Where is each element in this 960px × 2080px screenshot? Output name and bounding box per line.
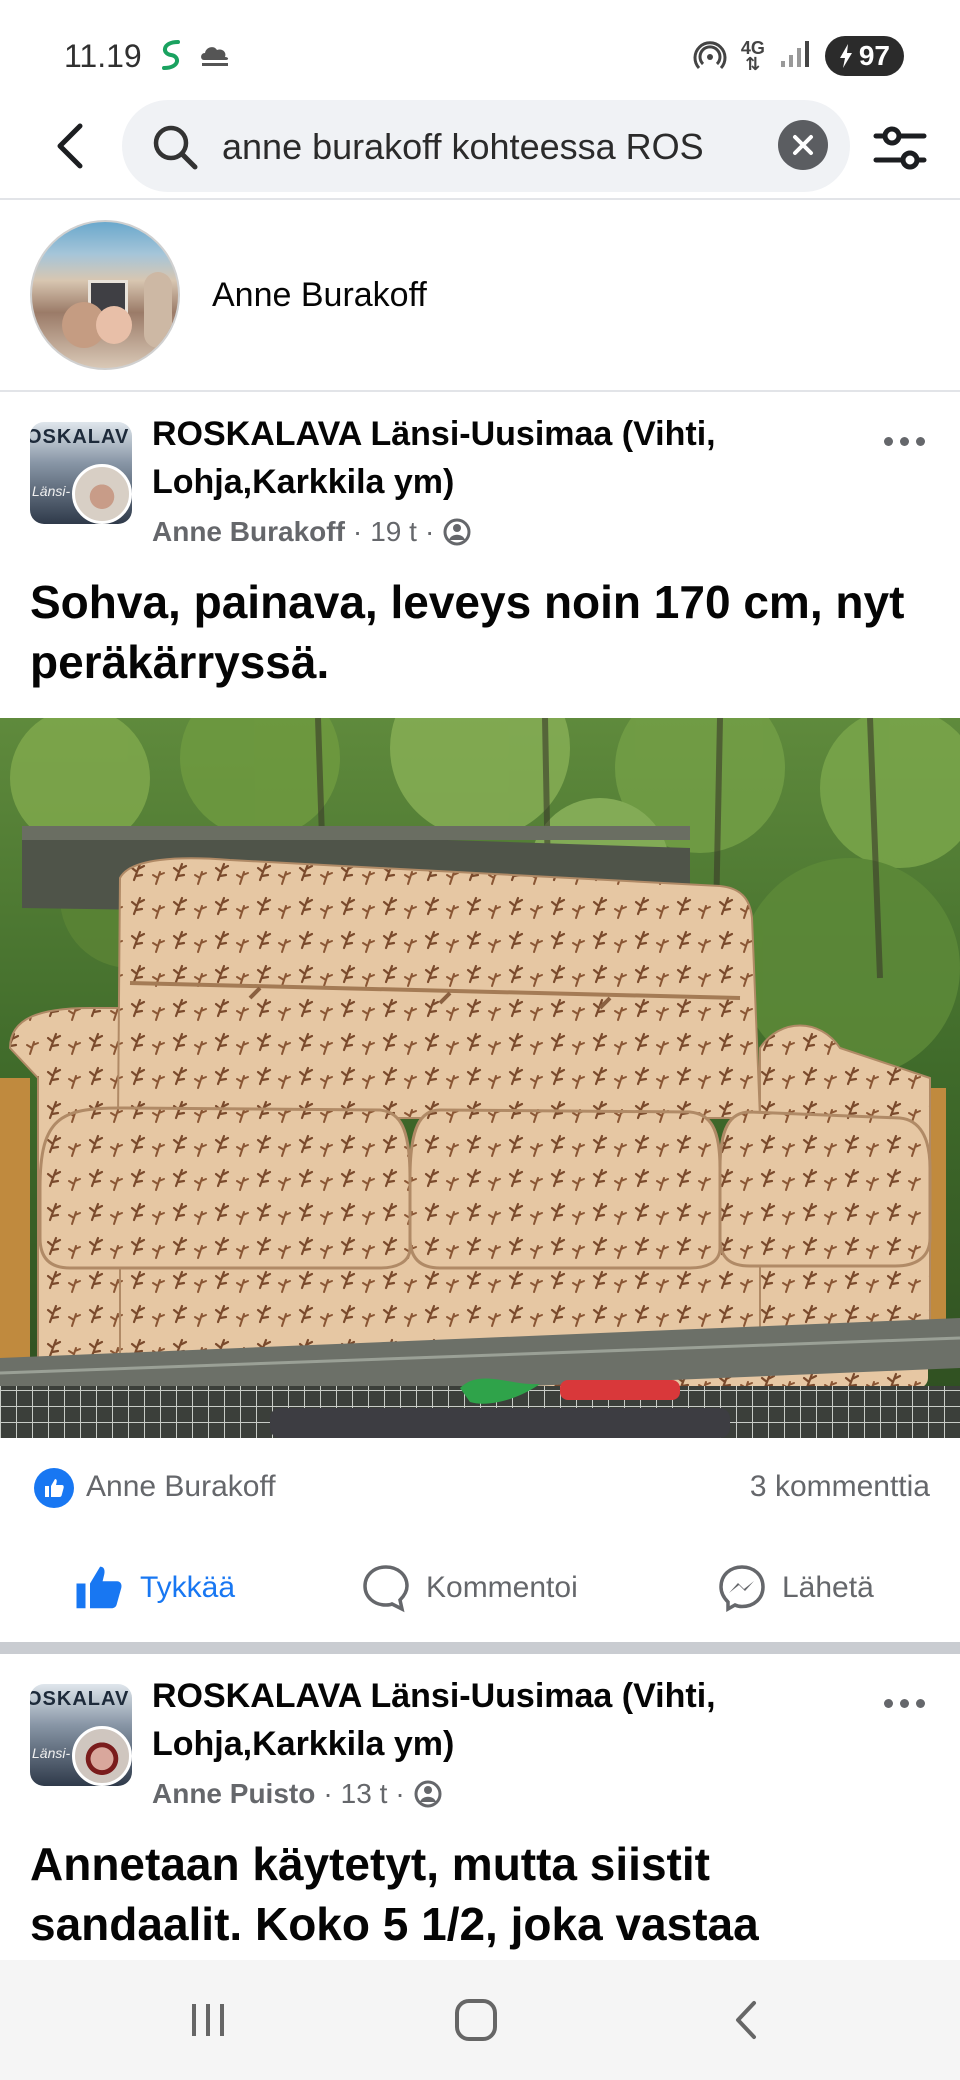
post-more-button[interactable] (876, 1688, 932, 1718)
profile-result[interactable]: Anne Burakoff (0, 202, 960, 390)
home-icon (455, 1999, 497, 2041)
network-type: 4G (740, 38, 765, 58)
more-dot (883, 1698, 893, 1708)
reaction-names[interactable]: Anne Burakoff (86, 1470, 276, 1504)
battery-icon: 97 (824, 36, 904, 76)
group-name[interactable]: ROSKALAVA Länsi-Uusimaa (Vihti, Lohja,Ka… (152, 410, 832, 506)
network-icon: 4G ⇅ (740, 38, 765, 74)
back-nav-icon (736, 2001, 756, 2039)
like-button[interactable]: Tykkää (72, 1558, 235, 1618)
profile-avatar[interactable] (30, 220, 180, 370)
header-divider (0, 198, 960, 200)
like-reaction-icon (34, 1468, 74, 1508)
system-nav-bar (0, 1960, 960, 2080)
post-text: Annetaan käytetyt, mutta siistit sandaal… (30, 1838, 759, 1950)
recent-apps-button[interactable] (168, 1990, 248, 2050)
group-avatar-subtitle: Länsi- (32, 483, 71, 499)
post-photo[interactable] (0, 718, 960, 1438)
status-time: 11.19 (64, 38, 142, 74)
post-time[interactable]: 19 t (370, 516, 417, 548)
messenger-icon (719, 1565, 765, 1613)
group-avatar-subtitle: Länsi- (32, 1745, 71, 1761)
post-author[interactable]: Anne Burakoff (152, 516, 345, 548)
comment-label: Kommentoi (426, 1571, 578, 1604)
comment-icon (363, 1565, 409, 1613)
send-button[interactable]: Lähetä (716, 1558, 874, 1618)
hotspot-icon (693, 37, 727, 76)
clear-search-button[interactable] (778, 120, 828, 170)
clear-icon (793, 135, 813, 155)
post-meta: Anne Puisto · 13 t · (152, 1778, 443, 1810)
post-more-button[interactable] (876, 426, 932, 456)
send-label: Lähetä (782, 1571, 874, 1604)
group-name[interactable]: ROSKALAVA Länsi-Uusimaa (Vihti, Lohja,Ka… (152, 1672, 832, 1768)
search-query: anne burakoff kohteessa ROS (222, 126, 704, 167)
post-actions: Tykkää Kommentoi Lähetä (0, 1538, 960, 1638)
feed-separator (0, 1642, 960, 1654)
post-text: Sohva, painava, leveys noin 170 cm, nyt … (30, 576, 905, 688)
search-icon (153, 125, 198, 170)
back-button[interactable] (40, 116, 100, 176)
filter-button[interactable] (870, 118, 930, 178)
like-label: Tykkää (140, 1571, 236, 1604)
swype-icon (158, 38, 184, 77)
group-privacy-icon (414, 1780, 442, 1808)
cloud-icon (198, 42, 232, 73)
more-dot (883, 436, 893, 446)
battery-level: 97 (858, 40, 890, 71)
status-bar: 11.19 4G ⇅ 97 (0, 0, 960, 100)
signal-icon (779, 39, 811, 74)
filter-icon (873, 126, 927, 170)
home-button[interactable] (436, 1990, 516, 2050)
profile-name[interactable]: Anne Burakoff (212, 276, 427, 315)
search-header: anne burakoff kohteessa ROS (0, 96, 960, 200)
sofa-photo-image (0, 718, 960, 1438)
back-icon (57, 123, 83, 169)
comment-count[interactable]: 3 kommenttia (750, 1470, 930, 1504)
group-avatar-title: OSKALAV (30, 426, 130, 448)
author-avatar[interactable] (72, 464, 132, 524)
comment-button[interactable]: Kommentoi (360, 1558, 578, 1618)
post-card: OSKALAV Länsi- ROSKALAVA Länsi-Uusimaa (… (0, 1654, 960, 1960)
recent-apps-icon (192, 2004, 224, 2036)
thumbs-up-icon (76, 1566, 122, 1609)
author-avatar[interactable] (72, 1726, 132, 1786)
nav-back-button[interactable] (706, 1990, 786, 2050)
post-time[interactable]: 13 t (341, 1778, 388, 1810)
post-author[interactable]: Anne Puisto (152, 1778, 315, 1810)
post-meta: Anne Burakoff · 19 t · (152, 516, 472, 548)
reactions-summary[interactable]: Anne Burakoff 3 kommenttia (0, 1438, 960, 1538)
search-input[interactable]: anne burakoff kohteessa ROS (122, 100, 850, 192)
group-privacy-icon (443, 518, 471, 546)
group-avatar-title: OSKALAV (30, 1688, 130, 1710)
